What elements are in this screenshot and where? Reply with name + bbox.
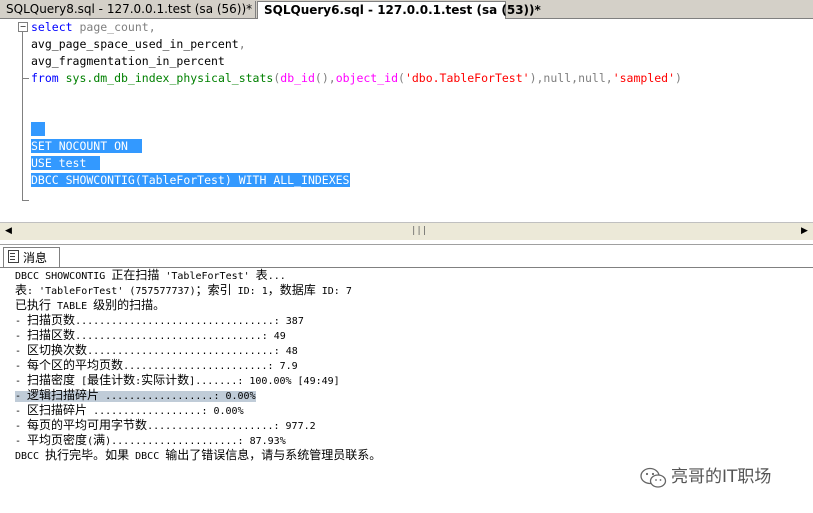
code-token: DBCC SHOWCONTIG(TableForTest) WITH ALL_I…: [31, 173, 350, 187]
messages-icon: [8, 250, 19, 263]
code-token: SET NOCOUNT ON: [31, 139, 142, 153]
message-line: - 区扫描碎片 ..................: 0.00%: [15, 403, 244, 417]
message-line: DBCC 执行完毕。如果 DBCC 输出了错误信息，请与系统管理员联系。: [15, 448, 382, 462]
message-line: - 每页的平均可用字节数.....................: 977.2: [15, 418, 316, 432]
code-token: (: [398, 71, 405, 85]
code-token: ),: [529, 71, 544, 85]
code-line[interactable]: DBCC SHOWCONTIG(TableForTest) WITH ALL_I…: [31, 172, 350, 189]
tab-sqlquery8[interactable]: SQLQuery8.sql - 127.0.0.1.test (sa (56))…: [0, 1, 256, 18]
code-token: avg_page_space_used_in_percent: [31, 37, 239, 51]
message-line: - 区切换次数...............................: …: [15, 343, 298, 357]
message-line: - 每个区的平均页数........................: 7.9: [15, 358, 298, 372]
code-token: [31, 122, 45, 136]
code-token: ,: [605, 71, 613, 85]
message-line: DBCC SHOWCONTIG 正在扫描 'TableForTest' 表...: [15, 268, 286, 282]
message-line: 表: 'TableForTest' (757577737)；索引 ID: 1，数…: [15, 283, 352, 297]
code-line[interactable]: from sys.dm_db_index_physical_stats ( db_i…: [31, 70, 682, 87]
code-token: object_id: [335, 71, 398, 85]
message-line: 已执行 TABLE 级别的扫描。: [15, 298, 166, 312]
watermark-text: 亮哥的IT职场: [671, 467, 772, 487]
code-token: select: [31, 20, 80, 34]
message-line: - 扫描页数.................................:…: [15, 313, 304, 327]
scroll-left-icon[interactable]: ◀: [0, 223, 17, 240]
code-token: USE test: [31, 156, 101, 170]
wechat-icon: [640, 467, 667, 488]
code-token: null: [578, 71, 606, 85]
editor-gutter: [0, 19, 18, 222]
query-editor[interactable]: − select page_count, avg_page_space_used_…: [0, 19, 813, 222]
scroll-grip-icon[interactable]: |||: [411, 227, 427, 236]
code-line[interactable]: SET NOCOUNT ON: [31, 138, 142, 155]
code-token: 'sampled': [612, 71, 676, 85]
scroll-right-icon[interactable]: ▶: [796, 223, 813, 240]
collapse-icon[interactable]: −: [18, 22, 28, 32]
message-line: - 平均页密度(满).....................: 87.93%: [15, 433, 286, 447]
code-line[interactable]: USE test: [31, 155, 101, 172]
code-line[interactable]: select page_count,: [31, 19, 156, 36]
code-token: sys.dm_db_index_physical_stats: [65, 71, 274, 85]
code-token: ): [675, 71, 682, 85]
tab-messages-label: 消息: [23, 251, 48, 265]
horizontal-scrollbar[interactable]: ◀ ||| ▶: [0, 222, 813, 240]
outline-end: [22, 200, 29, 201]
message-line: - 逻辑扫描碎片 ..................: 0.00%: [15, 388, 256, 402]
tab-messages[interactable]: 消息: [3, 247, 60, 267]
tab-sqlquery6[interactable]: SQLQuery6.sql - 127.0.0.1.test (sa (53))…: [257, 1, 541, 19]
code-token: ,: [238, 37, 246, 51]
outline-tick: [22, 78, 29, 79]
code-token: null: [543, 71, 572, 85]
code-line[interactable]: avg_page_space_used_in_percent,: [31, 36, 246, 53]
code-token: page_count,: [79, 20, 156, 34]
code-token: db_id: [280, 71, 315, 85]
code-line[interactable]: [31, 121, 45, 138]
code-token: 'dbo.TableForTest': [404, 71, 530, 85]
code-token: avg_fragmentation_in_percent: [31, 54, 225, 68]
code-token: from: [31, 71, 66, 85]
code-line[interactable]: avg_fragmentation_in_percent: [31, 53, 225, 70]
code-token: (),: [314, 71, 336, 85]
outline-bar: [22, 27, 23, 201]
document-tab-strip: SQLQuery8.sql - 127.0.0.1.test (sa (56))…: [0, 0, 813, 19]
message-line: - 扫描密度 [最佳计数:实际计数].......: 100.00% [49:4…: [15, 373, 340, 387]
message-line: - 扫描区数...............................: 4…: [15, 328, 286, 342]
